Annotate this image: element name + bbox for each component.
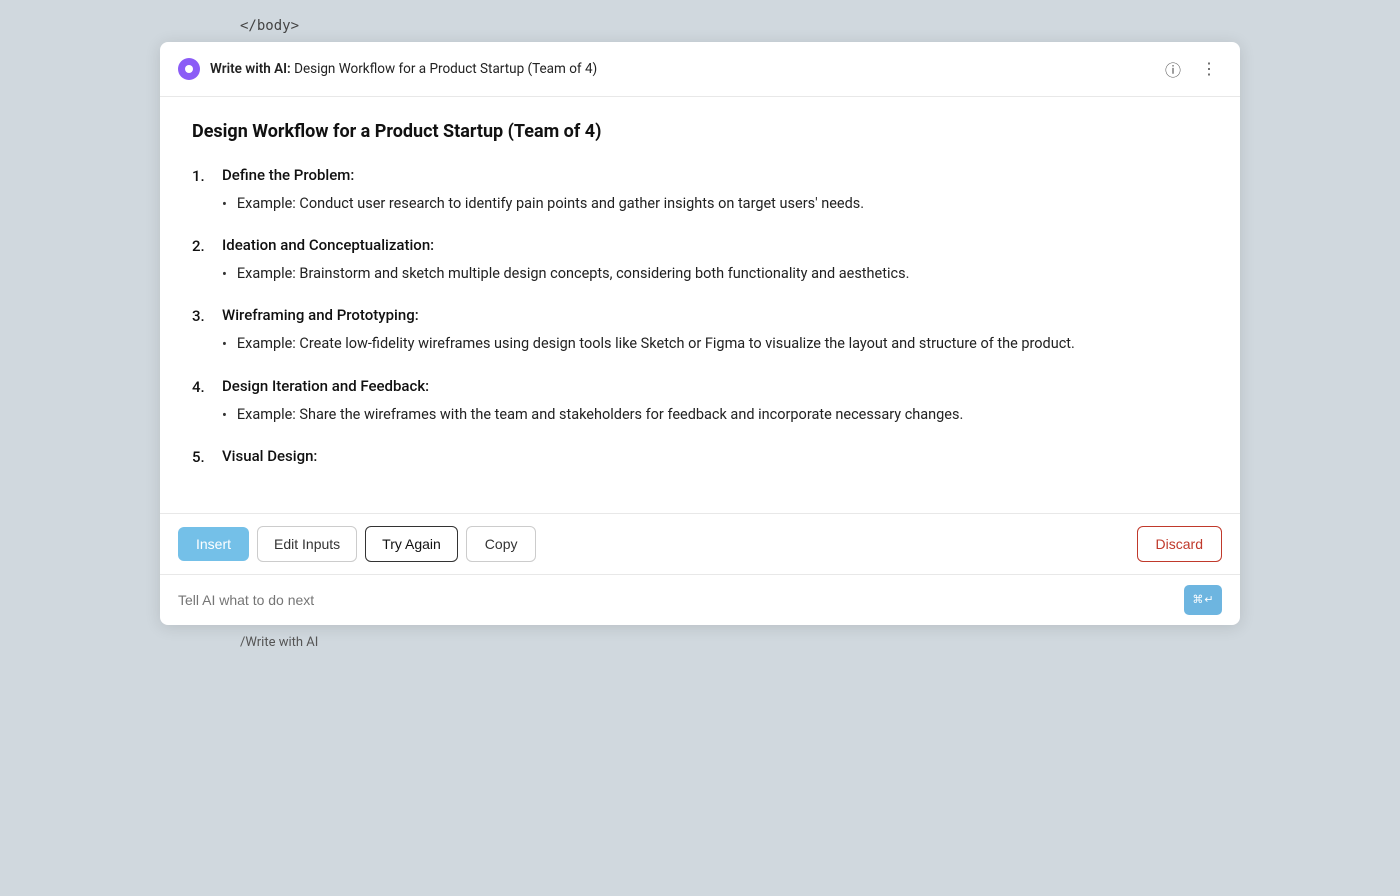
- send-button[interactable]: ⌘ ↵: [1184, 585, 1222, 615]
- list-item: Visual Design:: [192, 447, 1208, 473]
- bullet-item: Example: Brainstorm and sketch multiple …: [222, 262, 1208, 286]
- list-item-title: Design Iteration and Feedback:: [222, 377, 1208, 395]
- panel-header: Write with AI: Design Workflow for a Pro…: [160, 42, 1240, 97]
- discard-button[interactable]: Discard: [1137, 526, 1222, 562]
- list-item: Define the Problem: Example: Conduct use…: [192, 166, 1208, 216]
- tell-ai-input[interactable]: [178, 592, 1174, 608]
- header-actions: ⓘ ⋮: [1160, 56, 1222, 82]
- info-button[interactable]: ⓘ: [1160, 56, 1186, 82]
- copy-button[interactable]: Copy: [466, 526, 537, 562]
- doc-title: Design Workflow for a Product Startup (T…: [192, 121, 1208, 142]
- tell-ai-bar: ⌘ ↵: [160, 574, 1240, 625]
- list-item-title: Ideation and Conceptualization:: [222, 236, 1208, 254]
- more-button[interactable]: ⋮: [1196, 56, 1222, 82]
- more-icon: ⋮: [1201, 59, 1217, 79]
- cmd-icon: ⌘: [1192, 593, 1203, 606]
- info-icon: ⓘ: [1165, 57, 1181, 81]
- list-item-title: Define the Problem:: [222, 166, 1208, 184]
- bottom-label: /Write with AI: [160, 625, 318, 650]
- list-item-title: Wireframing and Prototyping:: [222, 306, 1208, 324]
- ai-icon: [178, 58, 200, 80]
- list-item: Ideation and Conceptualization: Example:…: [192, 236, 1208, 286]
- try-again-button[interactable]: Try Again: [365, 526, 458, 562]
- list-item: Wireframing and Prototyping: Example: Cr…: [192, 306, 1208, 356]
- code-tag: </body>: [160, 0, 299, 42]
- edit-inputs-button[interactable]: Edit Inputs: [257, 526, 357, 562]
- return-icon: ↵: [1204, 593, 1213, 606]
- list-item: Design Iteration and Feedback: Example: …: [192, 377, 1208, 427]
- bullet-item: Example: Create low-fidelity wireframes …: [222, 332, 1208, 356]
- content-area[interactable]: Design Workflow for a Product Startup (T…: [160, 97, 1240, 513]
- numbered-list: Define the Problem: Example: Conduct use…: [192, 166, 1208, 473]
- bullet-item: Example: Share the wireframes with the t…: [222, 403, 1208, 427]
- ai-panel: Write with AI: Design Workflow for a Pro…: [160, 42, 1240, 625]
- list-item-title: Visual Design:: [222, 447, 1208, 465]
- action-bar: Insert Edit Inputs Try Again Copy Discar…: [160, 513, 1240, 574]
- header-title: Write with AI: Design Workflow for a Pro…: [210, 61, 1150, 77]
- insert-button[interactable]: Insert: [178, 527, 249, 561]
- bullet-item: Example: Conduct user research to identi…: [222, 192, 1208, 216]
